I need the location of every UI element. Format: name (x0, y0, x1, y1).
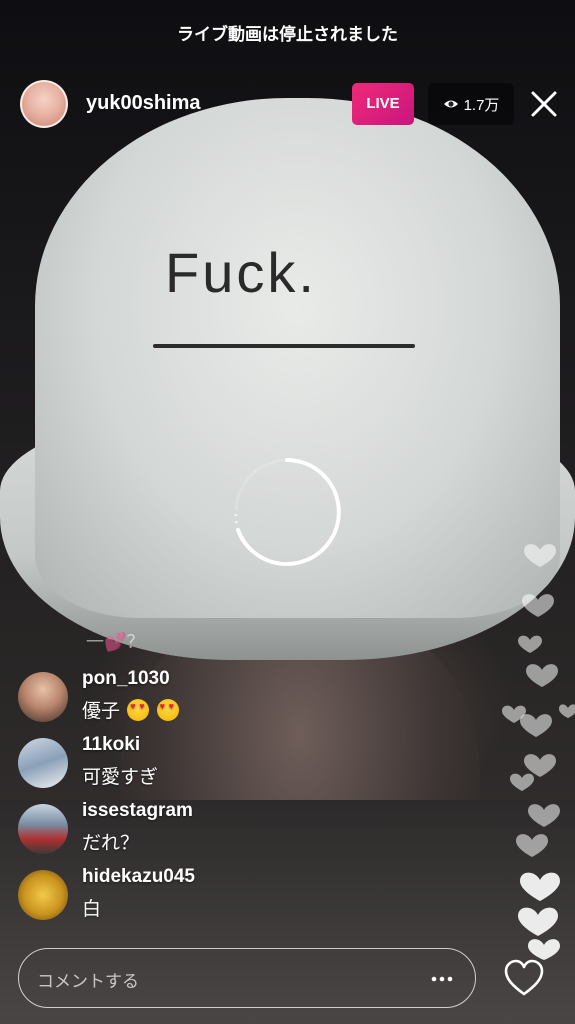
comment-text-body: 優子 (82, 701, 121, 722)
comment-username[interactable]: issestagram (82, 800, 193, 822)
comment-text: 白 (82, 899, 102, 920)
comment-input[interactable]: コメントする (37, 967, 139, 992)
avatar[interactable] (18, 738, 68, 788)
comment-text: 優子 (82, 696, 179, 723)
heart-icon[interactable] (503, 958, 545, 998)
comment-item[interactable]: hidekazu045 白 (18, 866, 418, 920)
more-icon[interactable] (431, 976, 453, 982)
avatar[interactable] (18, 804, 68, 854)
comment-input-bar[interactable]: コメントする (18, 948, 476, 1008)
viewer-count-badge[interactable]: 1.7万 (428, 83, 514, 125)
comment-item[interactable]: pon_1030 優子 (18, 668, 418, 722)
hat-print-text: Fuck. (165, 241, 317, 304)
avatar[interactable] (18, 870, 68, 920)
viewer-count: 1.7万 (463, 96, 500, 114)
comment-text: だれ？ (82, 833, 140, 854)
hat-print-underline (153, 344, 415, 348)
heart-eyes-emoji-icon (156, 699, 179, 721)
live-badge: LIVE (352, 83, 414, 125)
comment-item[interactable]: 11koki 可愛すぎ (18, 734, 418, 788)
avatar[interactable] (18, 672, 68, 722)
comment-username[interactable]: hidekazu045 (82, 866, 195, 888)
comment-text: 可愛すぎ (82, 767, 159, 788)
comment-item[interactable]: issestagram だれ？ (18, 800, 418, 854)
eye-icon (443, 100, 458, 108)
host-avatar[interactable] (20, 80, 68, 128)
floating-hearts (502, 544, 575, 960)
loading-spinner-icon (234, 458, 341, 566)
stream-stopped-notice: ライブ動画は停止されました (177, 25, 398, 44)
partial-comment: 一💕？ (86, 632, 145, 652)
comment-username[interactable]: 11koki (82, 734, 140, 756)
host-username[interactable]: yuk00shima (86, 92, 201, 115)
heart-eyes-emoji-icon (127, 699, 150, 721)
comment-username[interactable]: pon_1030 (82, 668, 170, 690)
close-icon[interactable] (530, 90, 558, 118)
